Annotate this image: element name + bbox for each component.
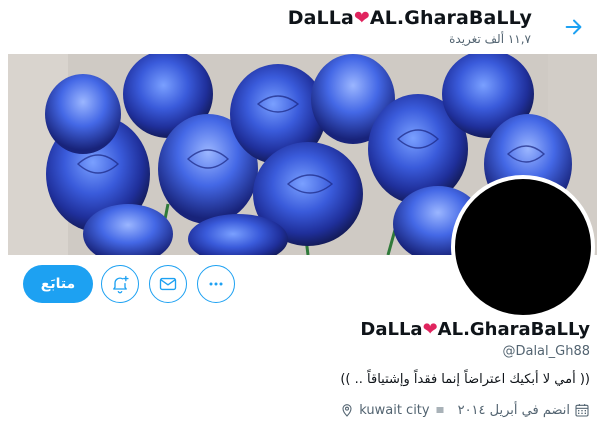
heart-emoji: ❤ <box>353 7 370 29</box>
location: kuwait city <box>339 402 445 418</box>
display-name-last: AL.GharaBaLLy <box>437 319 590 340</box>
header-title-last: AL.GharaBaLLy <box>369 7 532 29</box>
profile-meta: انضم في أبريل ٢٠١٤ kuwait city <box>339 400 590 420</box>
tweet-count: ١١,٧ ألف تغريدة <box>449 32 531 46</box>
header-title: DaLLa❤AL.GharaBaLLy <box>288 7 532 29</box>
more-horizontal-icon <box>209 282 223 286</box>
bio-text: (( أمي لا أبكيك اعتراضاً إنما فقداً وإشت… <box>340 372 590 387</box>
list-icon <box>436 407 444 413</box>
join-date: انضم في أبريل ٢٠١٤ <box>458 402 590 418</box>
message-button[interactable] <box>149 265 187 303</box>
user-handle: @Dalal_Gh88 <box>502 344 590 359</box>
bell-plus-icon <box>113 275 129 294</box>
location-text: kuwait city <box>359 402 430 418</box>
heart-emoji: ❤ <box>422 319 438 340</box>
envelope-icon <box>159 277 177 291</box>
header-title-first: DaLLa <box>287 7 354 29</box>
back-button[interactable] <box>561 14 587 40</box>
profile-header: DaLLa❤AL.GharaBaLLy ١١,٧ ألف تغريدة <box>0 0 605 54</box>
avatar[interactable] <box>451 175 595 319</box>
arrow-right-icon <box>565 19 582 35</box>
more-button[interactable] <box>197 265 235 303</box>
calendar-icon <box>575 404 589 417</box>
join-date-text: انضم في أبريل ٢٠١٤ <box>457 402 570 418</box>
display-name-first: DaLLa <box>360 319 423 340</box>
following-button[interactable]: متابَع <box>23 265 93 303</box>
display-name: DaLLa❤AL.GharaBaLLy <box>360 319 590 340</box>
notifications-button[interactable] <box>101 265 139 303</box>
location-pin-icon <box>342 404 352 417</box>
